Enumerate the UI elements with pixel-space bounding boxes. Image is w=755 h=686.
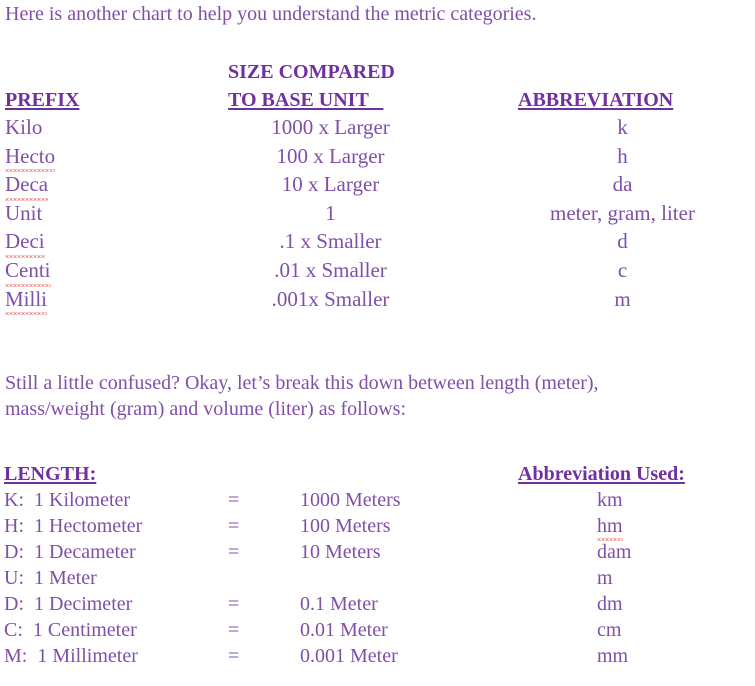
unit-value-cell: 0.01 Meter [300,619,388,641]
table-row: H: 1 Hectometer = 100 Meters hm [0,513,755,541]
table-row: Hecto 100 x Larger h [0,142,755,172]
equals-sign: = [228,619,240,641]
length-table-header-abbreviation-used: Abbreviation Used: [518,463,685,485]
abbreviation-cell: dm [597,593,623,615]
table-row: C: 1 Centimeter = 0.01 Meter cm [0,617,755,643]
equals-sign: = [228,515,240,537]
table-row: Milli .001x Smaller m [0,285,755,315]
abbreviation-cell: d [617,229,628,254]
prefix-cell: Kilo [5,115,43,139]
spellcheck-underline: Centi [5,256,51,287]
abbreviation-cell: dam [597,541,632,563]
length-table-header-length: LENGTH: [4,463,97,485]
unit-name-cell: C: 1 Centimeter [4,619,137,641]
spellcheck-underline: Deci [5,227,45,258]
spellcheck-underline: Hecto [5,142,56,172]
table-row: Deci .1 x Smaller d [0,227,755,258]
spellcheck-underline: Milli [5,285,48,315]
prefix-cell: Milli [5,285,48,315]
table-row: U: 1 Meter m [0,565,755,591]
prefix-cell: Unit [5,200,43,225]
prefix-cell: Hecto [5,142,56,172]
size-cell: 1000 x Larger [271,115,390,139]
unit-value-cell: 10 Meters [300,541,381,563]
abbreviation-cell: da [612,172,633,197]
unit-name-cell: H: 1 Hectometer [4,515,143,537]
table-row: M: 1 Millimeter = 0.001 Meter mm [0,643,755,669]
spellcheck-underline: Deca [5,170,49,201]
size-cell: .1 x Smaller [279,229,382,254]
unit-value-cell: 100 Meters [300,515,391,537]
unit-name-cell: K: 1 Kilometer [4,489,131,511]
prefix-table-header-prefix: PREFIX [5,89,80,111]
prefix-table-header-size-line1: SIZE COMPARED [228,61,395,83]
abbreviation-cell: km [597,489,623,511]
abbreviation-cell: m [614,286,631,311]
unit-name-cell: D: 1 Decimeter [4,593,133,615]
explanation-line-1: Still a little confused? Okay, let’s bre… [5,372,599,394]
table-row: Unit 1 meter, gram, liter [0,199,755,228]
abbreviation-cell: h [617,143,628,168]
prefix-cell: Deci [5,227,45,258]
intro-paragraph: Here is another chart to help you unders… [5,3,537,25]
size-cell: .01 x Smaller [274,257,387,282]
prefix-table-header-size-line2: TO BASE UNIT [228,89,384,111]
unit-value-cell: 0.1 Meter [300,593,378,615]
spellcheck-underline: hm [597,515,623,541]
abbreviation-cell: meter, gram, liter [550,200,695,225]
unit-name-cell: D: 1 Decameter [4,541,136,563]
size-cell: 10 x Larger [281,172,380,197]
table-row: Deca 10 x Larger da [0,170,755,201]
table-row: K: 1 Kilometer = 1000 Meters km [0,487,755,513]
size-cell: .001x Smaller [271,286,390,311]
table-row: D: 1 Decimeter = 0.1 Meter dm [0,591,755,617]
length-table: K: 1 Kilometer = 1000 Meters km H: 1 Hectome… [0,487,755,669]
abbreviation-cell: k [617,115,628,139]
abbreviation-cell: c [617,257,628,282]
abbreviation-cell: cm [597,619,622,641]
abbreviation-cell: m [597,567,613,589]
size-cell: 100 x Larger [276,143,385,168]
equals-sign: = [228,489,240,511]
explanation-paragraph: Still a little confused? Okay, let’s bre… [5,370,755,422]
equals-sign: = [228,645,240,667]
unit-value-cell: 0.001 Meter [300,645,398,667]
abbreviation-cell: hm [597,513,623,541]
size-cell: 1 [325,200,336,225]
equals-sign: = [228,541,240,563]
unit-name-cell: U: 1 Meter [4,567,97,589]
equals-sign: = [228,593,240,615]
prefix-cell: Centi [5,256,51,287]
abbreviation-cell: mm [597,645,629,667]
unit-value-cell: 1000 Meters [300,489,401,511]
explanation-line-2: mass/weight (gram) and volume (liter) as… [5,398,407,420]
table-row: Centi .01 x Smaller c [0,256,755,287]
prefix-table-header-abbreviation: ABBREVIATION [518,89,674,111]
prefix-cell: Deca [5,170,49,201]
table-row: Kilo 1000 x Larger k [0,113,755,142]
unit-name-cell: M: 1 Millimeter [4,645,138,667]
table-row: D: 1 Decameter = 10 Meters dam [0,539,755,565]
document-page: Here is another chart to help you unders… [0,0,755,686]
prefix-table: Kilo 1000 x Larger k Hecto 100 x Larger h Deca… [0,113,755,315]
